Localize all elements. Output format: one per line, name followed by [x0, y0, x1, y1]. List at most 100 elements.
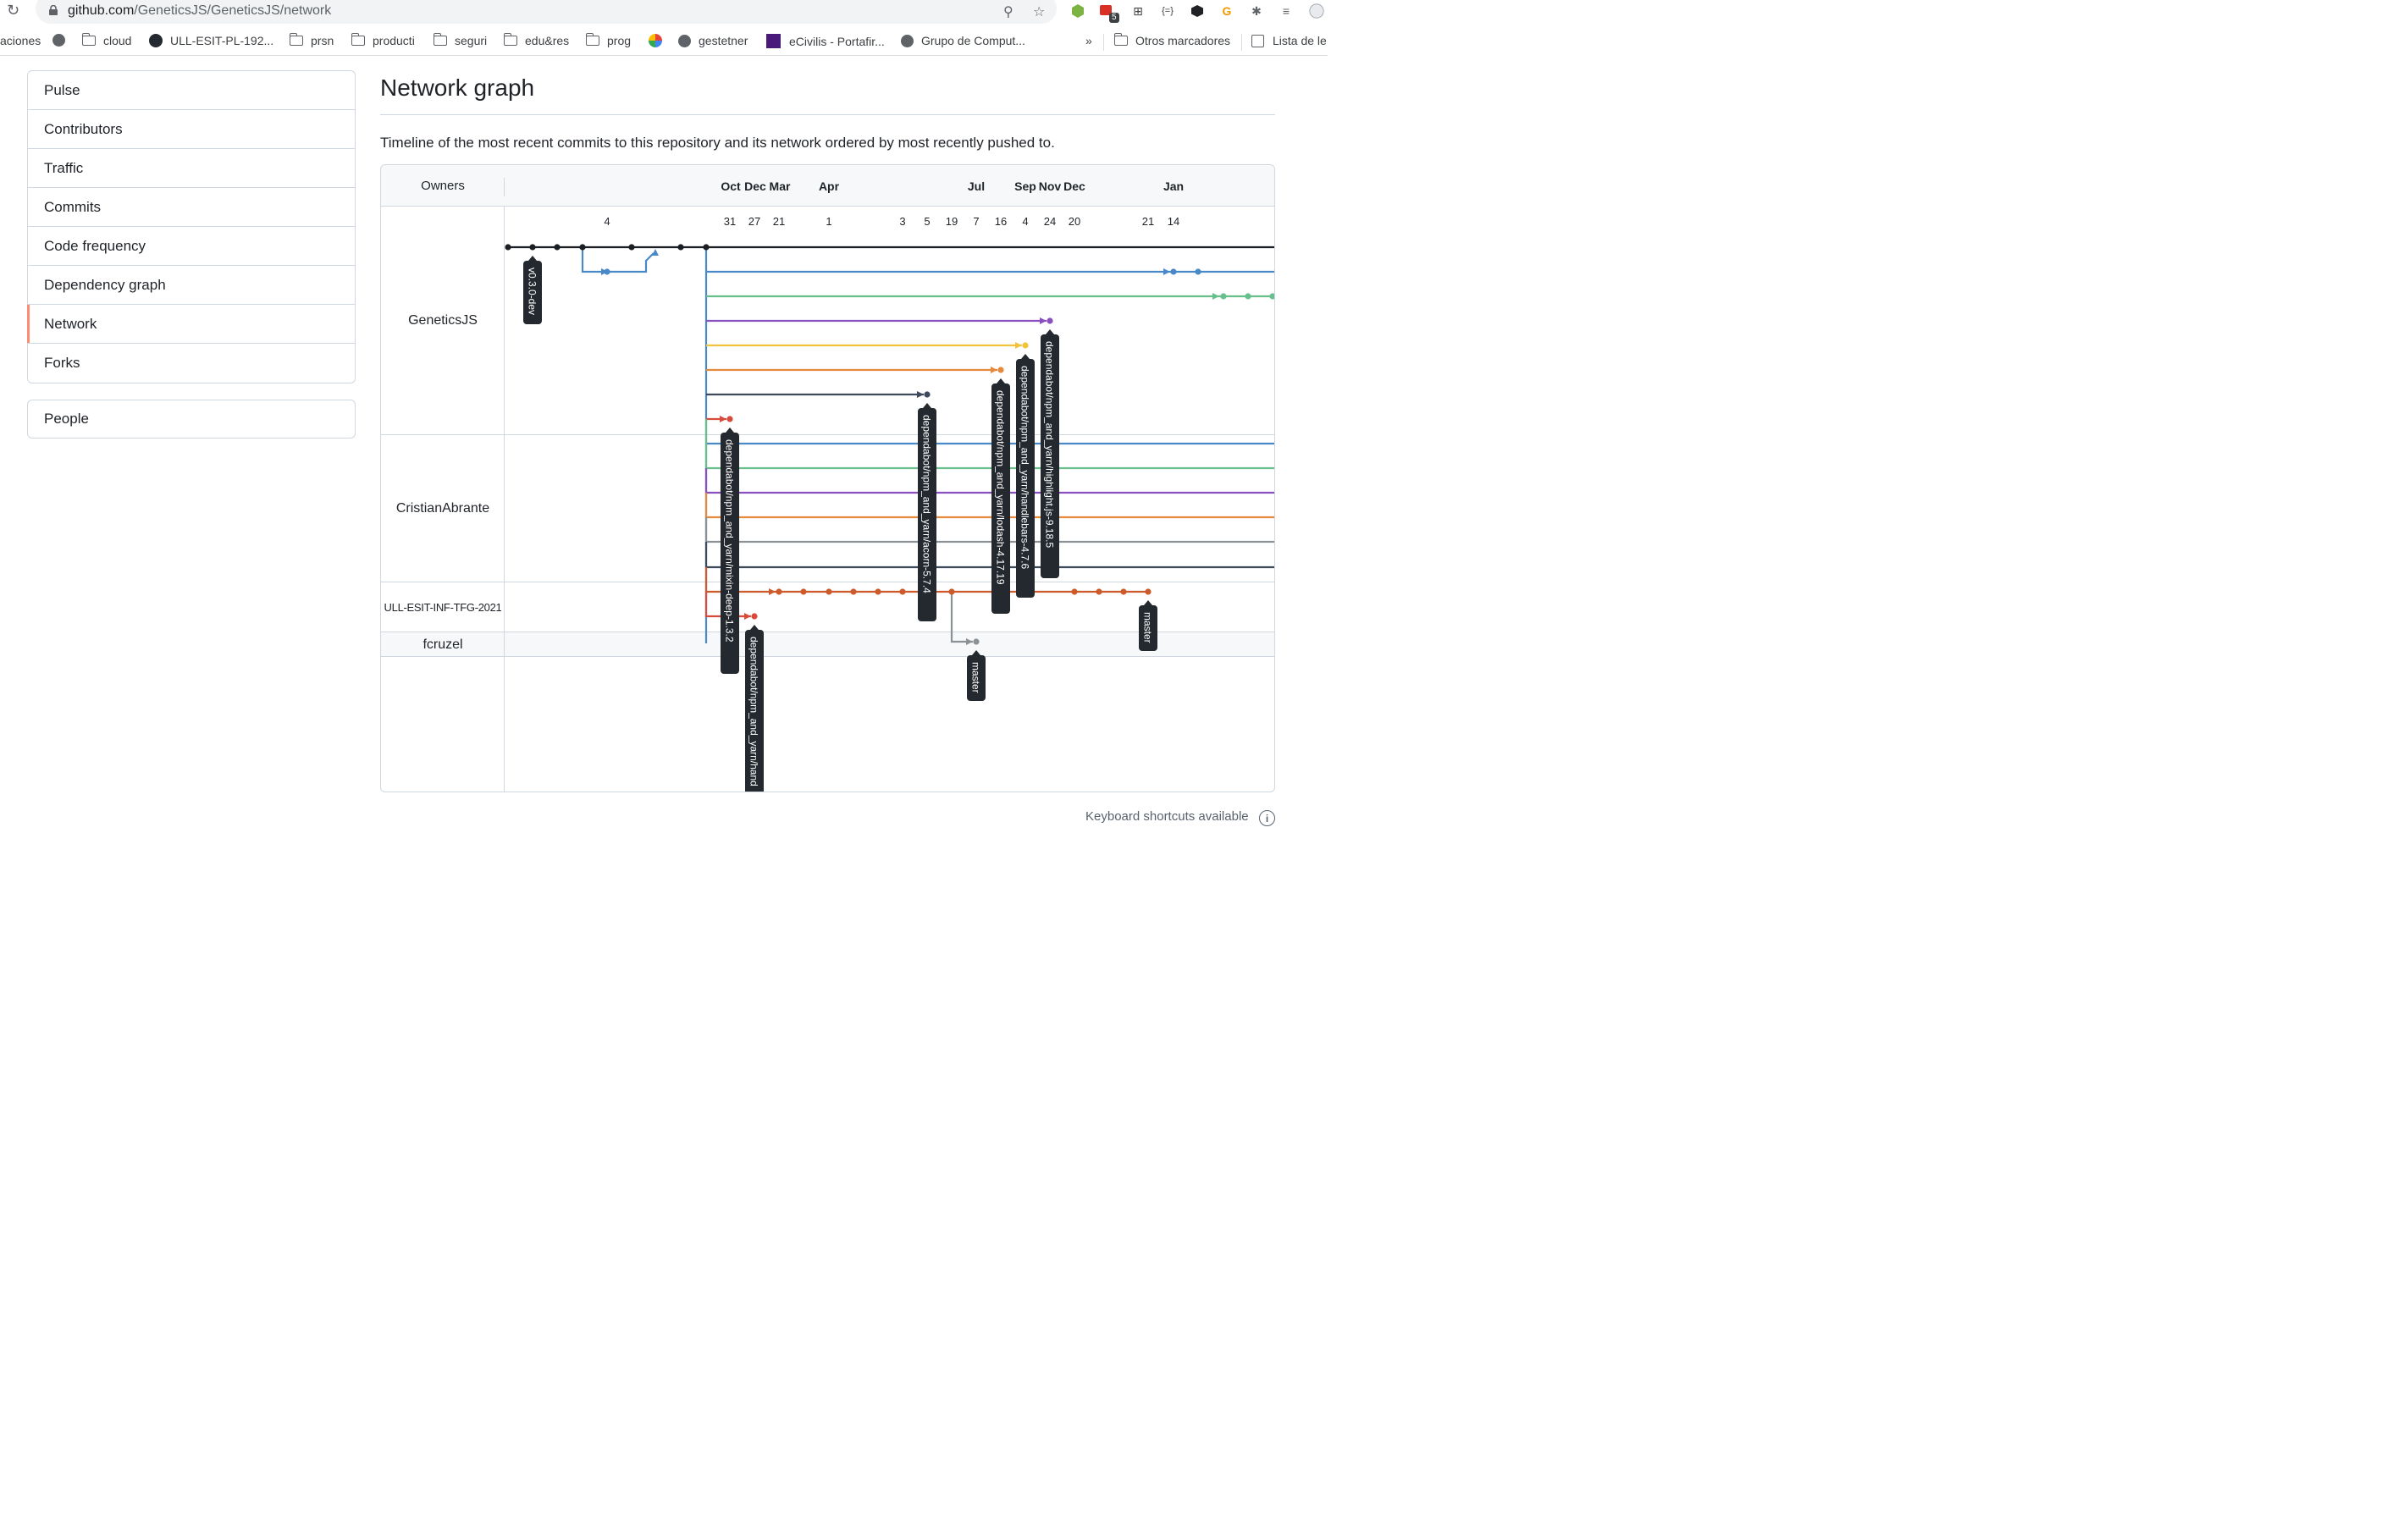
commit-dot[interactable]: [726, 416, 733, 422]
folder-icon: [81, 33, 96, 46]
bookmark-prsn[interactable]: prsn: [289, 33, 334, 47]
commit-dot[interactable]: [1245, 293, 1251, 300]
day-labels: 4 31 27 21 1 3 5 19 7 16 4 24 20 21 14: [604, 215, 1179, 228]
commit-dot[interactable]: [948, 588, 955, 595]
commit-dot[interactable]: [1170, 268, 1177, 275]
nav-item-pulse[interactable]: Pulse: [28, 71, 355, 110]
branch-label[interactable]: dependabot/npm_and_yarn/acorn-5.7.4: [918, 403, 936, 621]
commit-dot[interactable]: [751, 613, 758, 620]
nav-item-forks[interactable]: Forks: [28, 344, 355, 383]
day-label: 5: [924, 215, 930, 228]
owner-cristianabrante[interactable]: CristianAbrante: [381, 435, 505, 582]
bookmark-seguri[interactable]: seguri: [433, 33, 487, 47]
owner-fcruzel[interactable]: fcruzel: [381, 632, 505, 657]
bookmark-producti[interactable]: producti: [351, 33, 415, 47]
bookmark-prog[interactable]: prog: [585, 33, 632, 47]
bookmark-pinwheel[interactable]: [649, 34, 662, 47]
other-bookmarks[interactable]: Otros marcadores: [1113, 33, 1230, 47]
reload-icon[interactable]: ↻: [7, 2, 19, 19]
bookmark-gestetner[interactable]: gestetner: [678, 34, 748, 47]
bookmark-edu-res[interactable]: edu&res: [503, 33, 570, 47]
bookmark-grupo[interactable]: Grupo de Comput...: [901, 34, 1025, 47]
branch-label[interactable]: dependabot/npm_and_yarn/lodash-4.17.19: [991, 378, 1010, 614]
commit-dot[interactable]: [505, 244, 511, 251]
commit-dot[interactable]: [800, 588, 807, 595]
star-icon[interactable]: ☆: [1033, 3, 1045, 20]
arrow-head: [744, 613, 751, 620]
bookmark-globe[interactable]: [52, 34, 73, 47]
nav-item-dependency-graph[interactable]: Dependency graph: [28, 266, 355, 305]
commit-dot[interactable]: [1120, 588, 1127, 595]
commit-dot[interactable]: [776, 588, 782, 595]
owner-ull-esit-inf-tfg-2021[interactable]: ULL-ESIT-INF-TFG-2021: [381, 582, 505, 632]
nav-item-people[interactable]: People: [27, 400, 356, 439]
commit-dot[interactable]: [1220, 293, 1227, 300]
network-graph[interactable]: Oct Dec Mar Apr Jul Sep Nov Dec Jan 4 31 27 21 1 3 5 19…: [380, 164, 1275, 792]
bookmark-ecivilis[interactable]: eCivilis - Portafir...: [766, 34, 885, 48]
branch-label[interactable]: dependabot/npm_and_yarn/highlight.js-9.1…: [1041, 329, 1059, 578]
queue-icon[interactable]: ≡: [1279, 3, 1294, 19]
bookmark-cloud[interactable]: cloud: [81, 33, 131, 47]
commit-dot[interactable]: [924, 391, 931, 398]
pinwheel-icon: [649, 34, 662, 47]
bookmark-ull-esit[interactable]: ULL-ESIT-PL-192...: [149, 34, 273, 47]
page-description: Timeline of the most recent commits to t…: [380, 135, 1055, 151]
nav-item-code-frequency[interactable]: Code frequency: [28, 227, 355, 266]
folder-icon: [351, 33, 365, 46]
g-extension-icon[interactable]: G: [1219, 3, 1234, 19]
zoom-icon[interactable]: ⚲: [1003, 3, 1013, 20]
commit-dot[interactable]: [579, 244, 586, 251]
table-icon[interactable]: ⊞: [1130, 3, 1146, 19]
branch-label-text: dependabot/npm_and_yarn/lodash-4.17.19: [995, 390, 1007, 585]
commit-dot[interactable]: [973, 638, 980, 645]
month-label: Jan: [1163, 179, 1184, 193]
network-graph-canvas[interactable]: Oct Dec Mar Apr Jul Sep Nov Dec Jan 4 31 27 21 1 3 5 19…: [381, 165, 1275, 792]
bookmarks-overflow-button[interactable]: »: [1085, 34, 1092, 47]
branch-label-pointer: [923, 403, 931, 408]
info-icon[interactable]: i: [1259, 810, 1275, 826]
reading-list[interactable]: Lista de le: [1251, 34, 1327, 47]
commit-dot[interactable]: [1047, 317, 1053, 324]
url-text[interactable]: github.com/GeneticsJS/GeneticsJS/network: [68, 3, 331, 19]
branch-label-pointer: [528, 256, 537, 261]
json-icon[interactable]: {=}: [1160, 3, 1175, 19]
commit-dot[interactable]: [1195, 268, 1201, 275]
commit-dot[interactable]: [1145, 588, 1152, 595]
owner-geneticsjs[interactable]: GeneticsJS: [381, 207, 505, 435]
cube-icon[interactable]: [1190, 3, 1205, 19]
commit-dot[interactable]: [1022, 342, 1029, 349]
commit-dot[interactable]: [1096, 588, 1102, 595]
bookmark-aciones[interactable]: aciones: [0, 34, 41, 47]
nav-item-contributors[interactable]: Contributors: [28, 110, 355, 149]
branch-labels[interactable]: v0.3.0-dev dependabot/npm_and_yarn/mixin-…: [523, 256, 1157, 792]
puzzle-icon[interactable]: ✱: [1249, 3, 1264, 19]
commit-dot[interactable]: [677, 244, 684, 251]
bookmark-label: prog: [607, 34, 632, 47]
branch-label[interactable]: master: [1139, 600, 1157, 651]
keyboard-shortcuts-link[interactable]: Keyboard shortcuts available: [1085, 809, 1249, 824]
nav-item-traffic[interactable]: Traffic: [28, 149, 355, 188]
bookmark-label: edu&res: [525, 34, 570, 47]
commit-dot[interactable]: [875, 588, 881, 595]
commit-dot[interactable]: [703, 244, 710, 251]
branch-label[interactable]: dependabot/npm_and_yarn/handlebars-4.7.6: [1016, 354, 1035, 598]
commit-dot[interactable]: [1071, 588, 1078, 595]
commit-dot[interactable]: [1269, 293, 1275, 300]
commit-dot[interactable]: [899, 588, 906, 595]
commit-dot[interactable]: [529, 244, 536, 251]
commit-dot[interactable]: [604, 268, 610, 275]
branch-label[interactable]: v0.3.0-dev: [523, 256, 542, 324]
commit-dot[interactable]: [826, 588, 832, 595]
profile-avatar-icon[interactable]: [1309, 3, 1324, 19]
commit-dot[interactable]: [850, 588, 857, 595]
branch-label[interactable]: dependabot/npm_and_yarn/hand: [745, 625, 764, 792]
nav-item-commits[interactable]: Commits: [28, 188, 355, 227]
commit-dot[interactable]: [997, 367, 1004, 373]
commit-dot[interactable]: [628, 244, 635, 251]
extension-hexagon-icon[interactable]: [1070, 3, 1085, 19]
branch-label[interactable]: dependabot/npm_and_yarn/mixin-deep-1.3.2: [721, 428, 739, 674]
day-label: 20: [1069, 215, 1080, 228]
branch-label[interactable]: master: [967, 650, 986, 701]
nav-item-network[interactable]: Network: [27, 305, 355, 344]
commit-dot[interactable]: [554, 244, 561, 251]
